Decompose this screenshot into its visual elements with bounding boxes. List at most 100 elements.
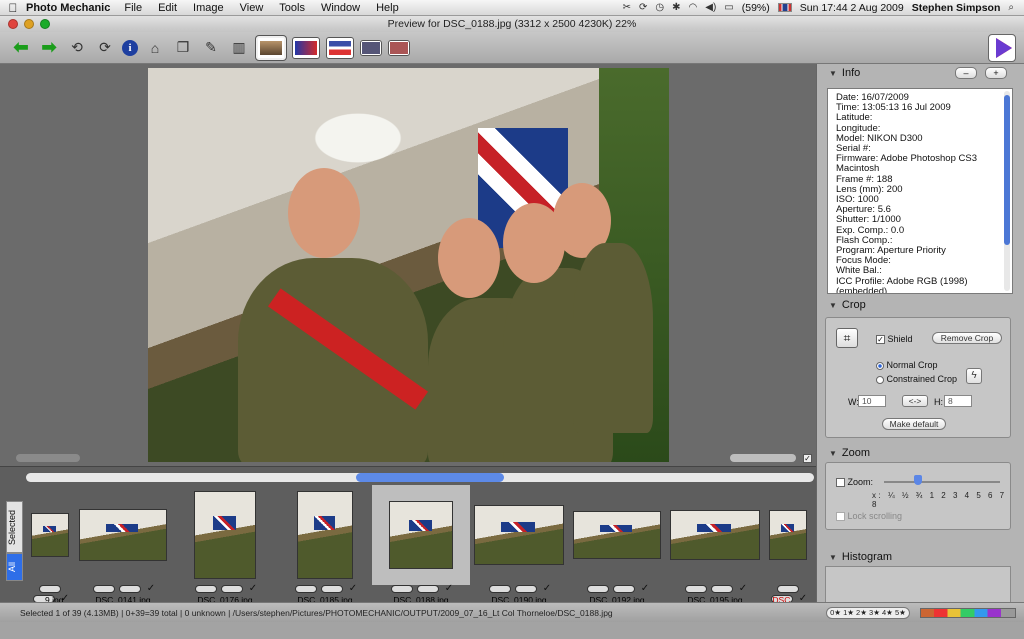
time-machine-icon[interactable]: ◷ [655, 2, 664, 13]
menu-image[interactable]: Image [193, 2, 224, 14]
lightning-icon[interactable]: ϟ [966, 368, 982, 384]
next-arrow-icon[interactable]: ➡ [38, 37, 60, 59]
rotate-pill[interactable] [488, 584, 511, 593]
thumbnail-cell[interactable] [372, 485, 470, 585]
thumbnail-image[interactable] [297, 491, 353, 579]
view-mode-rgb-button[interactable] [292, 36, 320, 59]
apple-icon[interactable]:  [0, 1, 26, 15]
tab-all[interactable]: All [6, 553, 23, 581]
rotate-pill[interactable] [194, 584, 217, 593]
zoom-window-button[interactable] [40, 19, 50, 29]
color-class-icon[interactable] [988, 34, 1016, 62]
crop-width-input[interactable]: 10 [858, 395, 886, 407]
tag-checkmark-icon[interactable]: ✓ [349, 583, 357, 594]
thumbnail-scrollbar[interactable] [26, 473, 814, 482]
info-scrollbar[interactable] [1004, 91, 1010, 291]
trash-icon[interactable]: ▥ [228, 37, 250, 59]
tag-pill[interactable] [416, 584, 439, 593]
tab-selected[interactable]: Selected [6, 501, 23, 553]
input-flag-icon[interactable] [777, 3, 792, 12]
menubar-user[interactable]: Stephen Simpson [912, 2, 1001, 14]
thumbnail-image[interactable] [769, 510, 807, 560]
thumbnail-cell[interactable] [74, 485, 172, 585]
tag-pill[interactable] [710, 584, 733, 593]
menu-tools[interactable]: Tools [279, 2, 305, 14]
color-class-filter[interactable] [920, 607, 1016, 618]
tag-checkmark-icon[interactable]: ✓ [445, 583, 453, 594]
battery-icon[interactable]: ▭ [724, 2, 733, 13]
info-section-header[interactable]: ▼ Info – + [817, 64, 1024, 82]
thumbnail-cell[interactable] [176, 485, 274, 585]
lock-scrolling-option[interactable]: Lock scrolling [836, 511, 902, 522]
rotate-pill[interactable] [92, 584, 115, 593]
close-window-button[interactable] [8, 19, 18, 29]
histogram-section-header[interactable]: ▼ Histogram [817, 548, 1017, 566]
lock-scrolling-checkbox[interactable] [836, 512, 845, 522]
thumbnail-image[interactable] [194, 491, 256, 579]
shield-checkbox[interactable]: ✓ [876, 335, 885, 345]
previous-arrow-icon[interactable]: ⬅ [10, 37, 32, 59]
rotate-pill[interactable] [586, 584, 609, 593]
tag-pill[interactable] [320, 584, 343, 593]
tag-checkmark-icon[interactable]: ✓ [739, 583, 747, 594]
thumbnail-cell[interactable] [568, 485, 666, 585]
tag-checkmark-icon[interactable]: ✓ [641, 583, 649, 594]
zoom-slider-knob[interactable] [914, 475, 922, 485]
thumbnail-cell[interactable] [276, 485, 374, 585]
swap-dimensions-button[interactable]: <-> [902, 395, 928, 407]
menu-edit[interactable]: Edit [158, 2, 177, 14]
menubar-clock[interactable]: Sun 17:44 2 Aug 2009 [800, 2, 904, 14]
menu-app-name[interactable]: Photo Mechanic [26, 2, 110, 14]
thumbnail-image[interactable] [31, 513, 69, 557]
thumbnail-scroll-thumb[interactable] [356, 473, 504, 482]
star-rating-filter[interactable]: 0★ 1★ 2★ 3★ 4★ 5★ [826, 606, 910, 619]
rotate-pill[interactable] [390, 584, 413, 593]
thumbnail-cell[interactable] [764, 485, 812, 585]
copy-icon[interactable]: ❐ [172, 37, 194, 59]
thumbnail-image[interactable] [573, 511, 661, 559]
tag-checkmark-icon[interactable]: ✓ [543, 583, 551, 594]
scissors-icon[interactable]: ✂ [623, 2, 631, 13]
tag-checkmark-icon[interactable]: ✓ [147, 583, 155, 594]
thumbnail-cell[interactable] [666, 485, 764, 585]
crop-section-header[interactable]: ▼ Crop [817, 296, 1017, 314]
info-expand-button[interactable]: + [985, 67, 1007, 79]
volume-icon[interactable]: ◀) [705, 2, 716, 13]
preview-scroll-slider[interactable] [730, 454, 796, 462]
make-default-button[interactable]: Make default [882, 418, 946, 430]
thumbnail-cell[interactable] [470, 485, 568, 585]
zoom-checkbox[interactable] [836, 478, 845, 488]
preview-pan-handle[interactable] [16, 454, 80, 462]
thumbnail-cell[interactable] [26, 485, 74, 585]
rotate-pill[interactable] [684, 584, 707, 593]
rotate-pill[interactable] [39, 584, 61, 593]
thumbnail-image[interactable] [670, 510, 760, 560]
shield-option[interactable]: ✓ Shield [876, 334, 913, 345]
rotate-left-icon[interactable]: ⟲ [66, 37, 88, 59]
view-mode-detail-button[interactable] [388, 39, 410, 56]
crop-tool-icon[interactable]: ⌗ [836, 328, 858, 348]
rotate-right-icon[interactable]: ⟳ [94, 37, 116, 59]
menu-file[interactable]: File [124, 2, 142, 14]
minimize-window-button[interactable] [24, 19, 34, 29]
spotlight-icon[interactable]: ⌕ [1008, 2, 1014, 13]
tag-pill[interactable] [612, 584, 635, 593]
sync-icon[interactable]: ⟳ [639, 2, 647, 13]
disclosure-triangle-icon[interactable]: ▼ [829, 553, 837, 562]
info-metadata-box[interactable]: Date: 16/07/2009 Time: 13:05:13 16 Jul 20… [827, 88, 1013, 294]
zoom-option[interactable]: Zoom: [836, 477, 873, 488]
normal-crop-option[interactable]: Normal Crop [876, 360, 938, 370]
disclosure-triangle-icon[interactable]: ▼ [829, 449, 837, 458]
view-mode-compare-button[interactable] [360, 39, 382, 56]
preview-checkbox[interactable]: ✓ [803, 454, 812, 463]
tag-pill[interactable] [118, 584, 141, 593]
thumbnail-image[interactable] [474, 505, 564, 565]
rotate-pill[interactable] [294, 584, 317, 593]
thumbnail-image[interactable] [389, 501, 453, 569]
disclosure-triangle-icon[interactable]: ▼ [829, 69, 837, 78]
stamp-icon[interactable]: ⌂ [144, 37, 166, 59]
preview-photo[interactable] [148, 68, 669, 462]
constrained-crop-radio[interactable] [876, 375, 884, 384]
edit-caption-icon[interactable]: ✎ [200, 37, 222, 59]
info-icon[interactable]: i [122, 39, 138, 56]
